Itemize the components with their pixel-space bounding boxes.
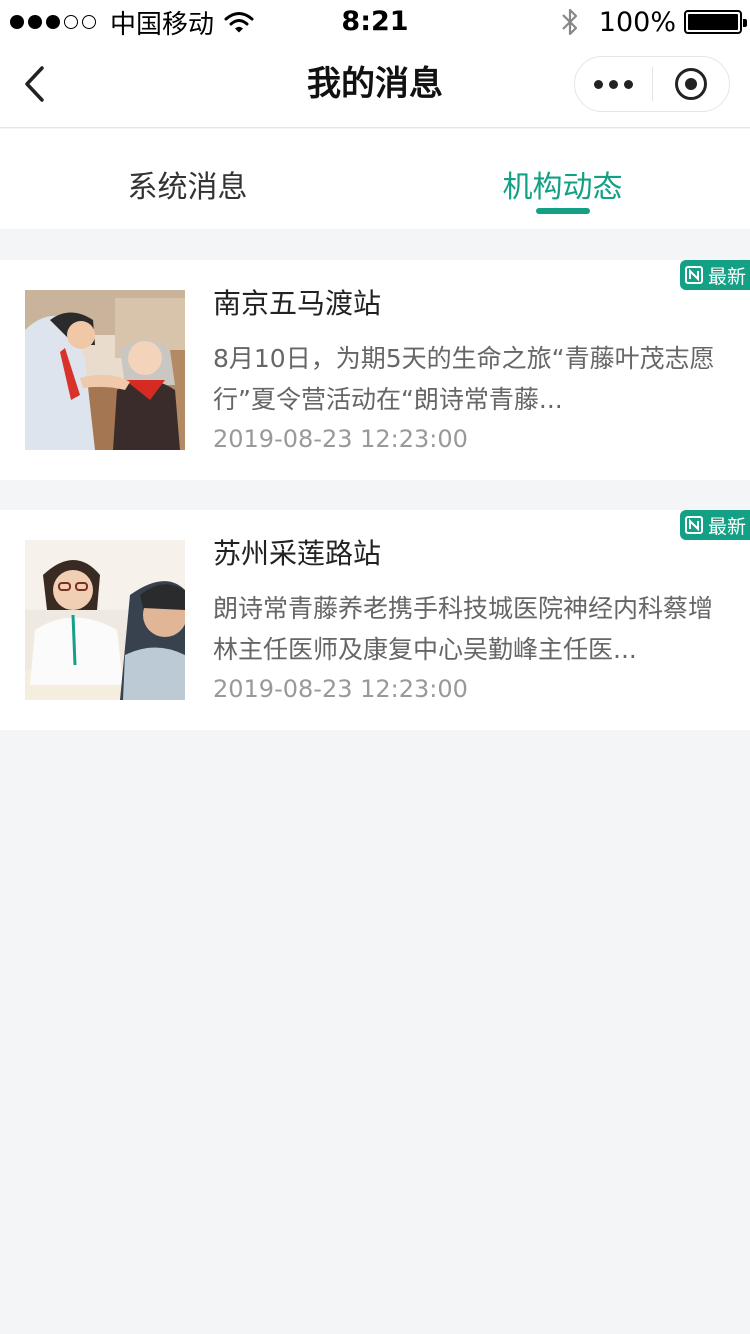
target-icon (674, 68, 707, 100)
message-description: 朗诗常青藤养老携手科技城医院神经内科蔡增林主任医师及康复中心吴勤峰主任医... (213, 594, 714, 664)
status-bar: 中国移动 8:21 100% (0, 0, 750, 40)
new-icon (684, 266, 703, 284)
close-mini-program-button[interactable] (653, 56, 730, 112)
active-tab-indicator (536, 208, 590, 214)
news-thumbnail (25, 540, 185, 700)
message-title: 苏州采莲路站 (213, 537, 382, 570)
navigation-bar: 我的消息 (0, 40, 750, 128)
tab-organization-news[interactable]: 机构动态 (375, 129, 750, 229)
message-time: 2019-08-23 12:23:00 (213, 425, 468, 453)
badge-label: 最新 (707, 265, 746, 288)
tab-label: 系统消息 (127, 170, 248, 205)
message-title: 南京五马渡站 (213, 287, 382, 320)
news-thumbnail (25, 290, 185, 450)
mini-program-capsule (574, 56, 730, 112)
battery-icon (684, 10, 747, 34)
message-time: 2019-08-23 12:23:00 (213, 675, 468, 703)
bluetooth-icon (562, 8, 577, 36)
message-description: 8月10日，为期5天的生命之旅“青藤叶茂志愿行”夏令营活动在“朗诗常青藤... (213, 344, 715, 414)
new-badge: 最新 (679, 260, 750, 290)
battery-percent: 100% (598, 6, 676, 38)
new-badge: 最新 (679, 510, 750, 540)
tab-label: 机构动态 (502, 170, 623, 205)
message-card[interactable]: 南京五马渡站 8月10日，为期5天的生命之旅“青藤叶茂志愿行”夏令营活动在“朗诗… (0, 260, 750, 480)
tab-system-messages[interactable]: 系统消息 (0, 129, 375, 229)
badge-label: 最新 (707, 515, 746, 538)
message-card[interactable]: 苏州采莲路站 朗诗常青藤养老携手科技城医院神经内科蔡增林主任医师及康复中心吴勤峰… (0, 510, 750, 730)
message-tabs: 系统消息 机构动态 (0, 129, 750, 229)
more-icon (591, 79, 636, 89)
more-button[interactable] (575, 56, 652, 112)
new-icon (684, 516, 703, 534)
